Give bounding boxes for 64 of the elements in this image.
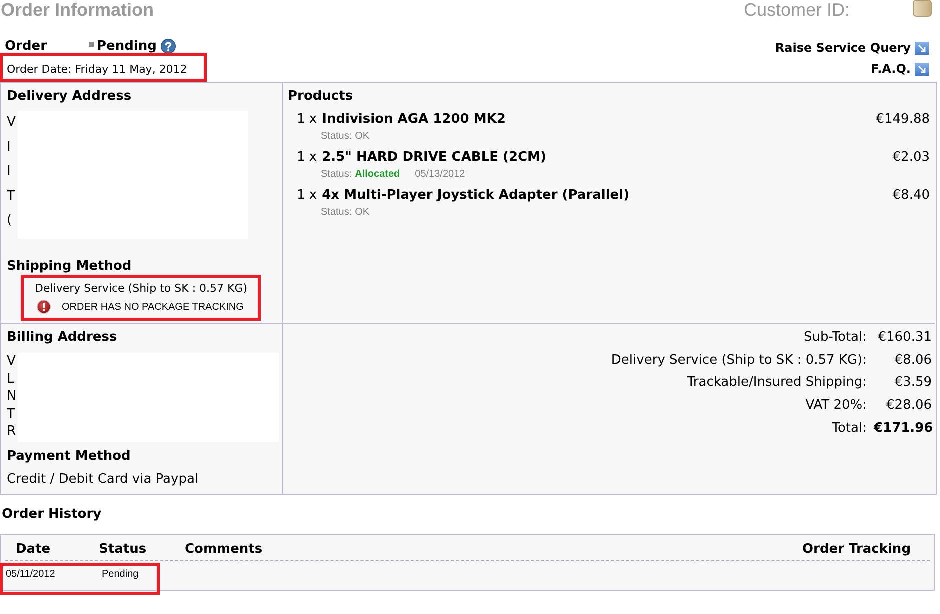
section-heading: Payment Method [7, 449, 132, 465]
address-line-fragment: N [7, 388, 18, 406]
status-label: Status: [321, 168, 352, 180]
product-quantity: 1 x [297, 112, 318, 126]
status-label: Status: [321, 130, 352, 142]
status-date: 05/13/2012 [415, 168, 466, 180]
shipping-service: Delivery Service (Ship to SK : 0.57 KG) [35, 282, 249, 296]
product-name: Indivision AGA 1200 MK2 [322, 112, 507, 126]
tracking-notice: ORDER HAS NO PACKAGE TRACKING [62, 302, 244, 312]
table-cell-text: 05/11/2012 [6, 568, 56, 582]
product-status: OK [355, 130, 370, 142]
total-label: Sub-Total: [803, 330, 867, 346]
total-label: Total: [831, 420, 867, 437]
total-value: €8.06 [894, 352, 932, 369]
arrow-icon[interactable] [915, 42, 929, 54]
total-label: VAT 20%: [804, 398, 867, 414]
payment-method: Credit / Debit Card via Paypal [7, 472, 200, 488]
page-title: Order Information [0, 0, 154, 20]
section-heading: Order History [2, 507, 103, 523]
status-label: Status: [321, 206, 352, 218]
address-line-fragment: T [7, 188, 16, 206]
address-line-fragment: I [7, 163, 12, 181]
column-header: Comments [185, 542, 264, 556]
address-line-fragment: L [7, 370, 16, 388]
table-cell-text: Pending [102, 568, 139, 582]
help-icon[interactable] [160, 39, 176, 54]
address-line-fragment: I [7, 138, 12, 156]
product-price: €149.88 [876, 112, 930, 126]
product-name: 2.5" HARD DRIVE CABLE (2CM) [322, 150, 548, 164]
address-line-fragment: ( [7, 212, 14, 230]
address-line-fragment: V [7, 353, 17, 370]
column-header: Date [15, 542, 52, 556]
total-value: €28.06 [886, 398, 932, 414]
product-price: €8.40 [892, 188, 930, 202]
product-quantity: 1 x [297, 188, 318, 202]
product-name: 4x Multi-Player Joystick Adapter (Parallel) [322, 188, 631, 202]
order-date: Order Date: Friday 11 May, 2012 [7, 63, 188, 76]
section-heading: Shipping Method [7, 259, 133, 275]
total-value: €3.59 [894, 375, 932, 392]
customer-id-label: Customer ID: [744, 0, 850, 20]
address-line-fragment: R [7, 423, 18, 440]
column-header: Order Tracking [802, 542, 912, 556]
bullet-icon [89, 42, 94, 47]
product-status: OK [355, 206, 370, 218]
tile-icon [913, 0, 932, 17]
alert-icon [37, 300, 51, 314]
total-value: €160.31 [877, 330, 932, 346]
total-value: €171.96 [874, 420, 932, 437]
arrow-icon[interactable] [915, 62, 929, 76]
order-status: Pending [97, 39, 157, 54]
service-link[interactable]: Raise Service Query [775, 41, 911, 55]
product-price: €2.03 [892, 150, 930, 164]
address-line-fragment: T [7, 406, 16, 423]
order-label: Order [5, 39, 48, 54]
product-quantity: 1 x [297, 150, 318, 164]
section-heading: Billing Address [7, 330, 118, 346]
product-status: Allocated [355, 168, 400, 180]
total-label: Delivery Service (Ship to SK : 0.57 KG): [610, 352, 867, 369]
section-heading: Products [288, 89, 354, 105]
section-heading: Delivery Address [7, 89, 133, 105]
address-line-fragment: V [7, 114, 17, 132]
total-label: Trackable/Insured Shipping: [686, 375, 867, 392]
column-header: Status [99, 542, 148, 556]
service-link[interactable]: F.A.Q. [871, 62, 911, 76]
